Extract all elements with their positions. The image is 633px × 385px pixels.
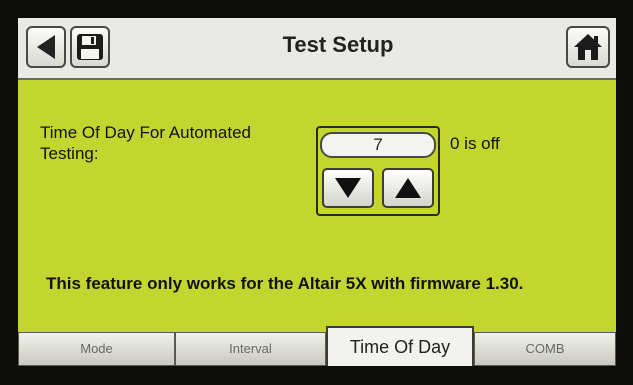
page-title: Test Setup [282,32,394,57]
home-button[interactable] [566,26,610,68]
tab-bar: Mode Interval Time Of Day COMB [18,326,616,366]
tab-comb[interactable]: COMB [474,332,616,366]
header-bar: Test Setup [18,18,616,80]
save-button[interactable] [70,26,110,68]
setting-label: Time Of Day For Automated Testing: [40,123,251,163]
increment-button[interactable] [382,168,434,208]
decrement-button[interactable] [322,168,374,208]
time-of-day-value[interactable]: 7 [320,132,436,158]
back-button[interactable] [26,26,66,68]
tab-interval[interactable]: Interval [175,332,326,366]
touch-screen: Test Setup Time Of Day For Automated Tes… [18,18,616,366]
tab-mode[interactable]: Mode [18,332,175,366]
tab-time-of-day[interactable]: Time Of Day [326,326,474,366]
feature-note: This feature only works for the Altair 5… [46,274,524,293]
off-hint: 0 is off [450,134,500,153]
